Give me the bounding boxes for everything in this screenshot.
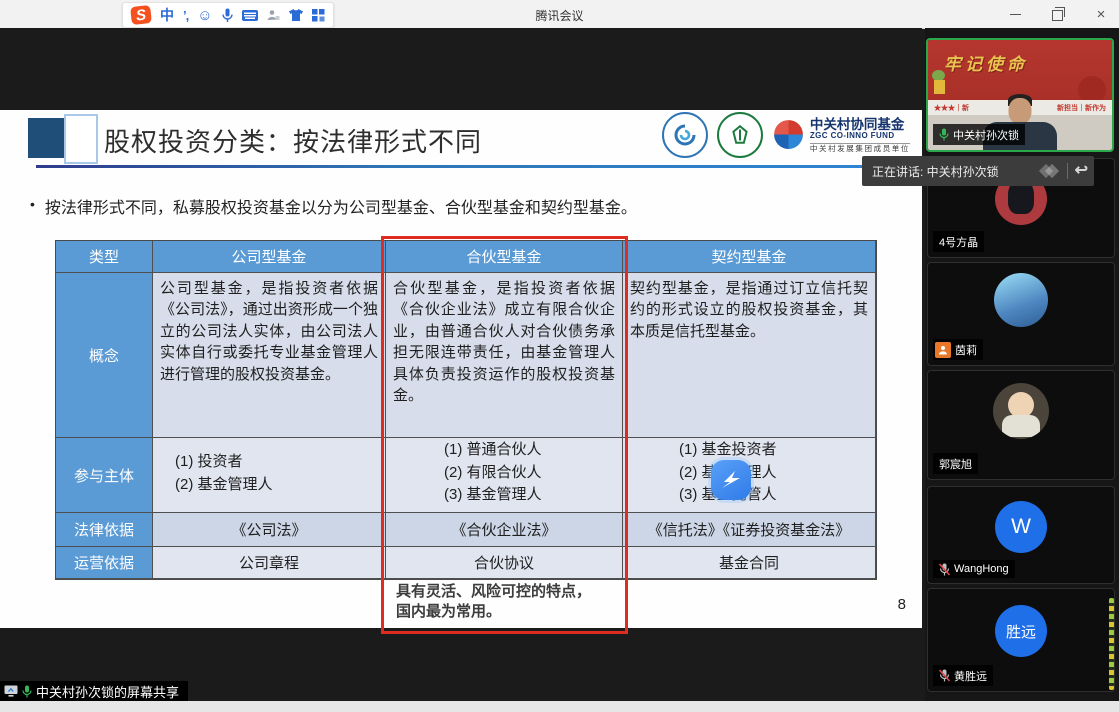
sogou-logo-icon[interactable]: S xyxy=(130,5,152,25)
table-cell: (1) 普通合伙人 (2) 有限合伙人 (3) 基金管理人 xyxy=(386,438,623,513)
screen-share-icon xyxy=(4,685,18,697)
fund-name-cn: 中关村协同基金 xyxy=(810,117,910,132)
mic-on-icon xyxy=(939,128,949,141)
slide-bullet: • 按法律形式不同，私募股权投资基金以分为公司型基金、合伙型基金和契约型基金。 xyxy=(30,194,637,218)
table-cell: 《信托法》《证券投资基金法》 xyxy=(623,513,876,547)
bullet-marker: • xyxy=(30,194,35,218)
speaking-toast-text: 正在讲话: 中关村孙次锁 xyxy=(872,163,1041,180)
screen-share-banner: 中关村孙次锁的屏幕共享 xyxy=(0,681,188,701)
participant-tile[interactable]: 茵莉 xyxy=(927,262,1115,366)
fund-comparison-table: 类型 公司型基金 合伙型基金 契约型基金 概念 公司型基金，是指投资者依据《公司… xyxy=(55,240,877,580)
fund-name-en: ZGC CO-INNO FUND xyxy=(810,132,910,141)
title-decoration-outline xyxy=(64,114,98,164)
table-row-label: 法律依据 xyxy=(56,513,153,547)
bullet-text: 按法律形式不同，私募股权投资基金以分为公司型基金、合伙型基金和契约型基金。 xyxy=(45,194,637,218)
app-title: 腾讯会议 xyxy=(535,7,583,24)
shared-screen-video: 股权投资分类：按法律形式不同 中关村协同基金 ZGC CO-INNO FUND … xyxy=(0,28,922,702)
table-cell: 《合伙企业法》 xyxy=(386,513,623,547)
banner-calligraphy: 牢记使命 xyxy=(944,50,1028,75)
participant-name-label: 茵莉 xyxy=(933,339,983,360)
table-cell: 契约型基金，是指通过订立信托契约的形式设立的股权投资基金，其本质是信托型基金。 xyxy=(623,273,876,438)
banner-substrip-left: ★★★｜新 xyxy=(934,103,969,113)
participant-name-label: WangHong xyxy=(933,560,1015,578)
grid-menu-icon[interactable] xyxy=(312,6,325,24)
avatar: W xyxy=(995,501,1047,553)
table-cell: (1) 投资者 (2) 基金管理人 xyxy=(153,438,386,513)
avatar xyxy=(993,383,1049,439)
fund-logo: 中关村协同基金 ZGC CO-INNO FUND 中关村发展集团成员单位 xyxy=(772,117,910,153)
speaking-toast: 正在讲话: 中关村孙次锁 ↩ xyxy=(862,156,1094,186)
participant-name: 茵莉 xyxy=(955,342,977,358)
toolbox-icon[interactable] xyxy=(267,6,280,24)
participant-tile[interactable]: W WangHong xyxy=(927,486,1115,584)
taskbar-strip xyxy=(0,701,1119,712)
table-header-cell: 公司型基金 xyxy=(153,241,386,273)
logo-group: 中关村协同基金 ZGC CO-INNO FUND 中关村发展集团成员单位 xyxy=(662,112,910,158)
voice-input-icon[interactable] xyxy=(222,6,233,24)
table-row-label: 概念 xyxy=(56,273,153,438)
toast-divider xyxy=(1067,163,1068,179)
fund-pinwheel-icon xyxy=(772,118,805,151)
close-button[interactable]: × xyxy=(1093,6,1109,22)
participant-tile[interactable]: 郭宸旭 xyxy=(927,370,1115,480)
mic-muted-icon xyxy=(939,669,950,682)
table-header-cell: 合伙型基金 xyxy=(386,241,623,273)
participant-name: 郭宸旭 xyxy=(939,456,972,472)
page-number: 8 xyxy=(898,596,906,613)
participant-name: 中关村孙次锁 xyxy=(953,127,1019,143)
participant-scrollbar[interactable] xyxy=(1109,598,1114,690)
table-cell: 公司章程 xyxy=(153,547,386,579)
screen-share-text: 中关村孙次锁的屏幕共享 xyxy=(36,682,179,701)
member-badge-icon xyxy=(935,342,951,358)
mic-on-icon xyxy=(22,685,32,698)
table-cell: 基金合同 xyxy=(623,547,876,579)
punctuation-icon[interactable]: ’, xyxy=(183,6,188,24)
back-arrow-button[interactable]: ↩ xyxy=(1075,163,1088,179)
mic-muted-icon xyxy=(939,563,950,576)
avatar xyxy=(994,273,1048,327)
participant-name: 4号方晶 xyxy=(939,234,978,250)
meeting-window: S 中 ’, ☺ 腾讯会议 × xyxy=(0,0,1119,712)
table-row-label: 参与主体 xyxy=(56,438,153,513)
table-row-label: 运营依据 xyxy=(56,547,153,579)
emoji-icon[interactable]: ☺ xyxy=(197,6,212,24)
floating-bird-overlay-icon[interactable] xyxy=(711,460,751,500)
participant-name: 黄胜远 xyxy=(954,668,987,684)
banner-substrip-right: 新担当｜新作为 xyxy=(1057,103,1106,113)
association-logo-green-icon xyxy=(717,112,763,158)
participant-name-label: 黄胜远 xyxy=(933,665,993,686)
slide-title: 股权投资分类：按法律形式不同 xyxy=(104,122,482,159)
minimize-button[interactable] xyxy=(1007,6,1023,22)
chinese-mode-icon[interactable]: 中 xyxy=(160,6,174,24)
participant-name: WangHong xyxy=(954,563,1009,575)
fund-subtitle: 中关村发展集团成员单位 xyxy=(810,143,910,153)
participants-sidebar: 牢记使命 ★★★｜新 新担当｜新作为 中关村孙次锁 4号方晶 xyxy=(925,28,1119,702)
table-cell: 合伙型基金，是指投资者依据《合伙企业法》成立有限合伙企业，由普通合伙人对合伙债务… xyxy=(386,273,623,438)
annotation-text: 具有灵活、风险可控的特点， 国内最为常用。 xyxy=(396,582,612,622)
participant-name-label: 4号方晶 xyxy=(933,231,984,252)
minimize-icon xyxy=(1010,14,1021,15)
table-cell: 《公司法》 xyxy=(153,513,386,547)
skin-icon[interactable] xyxy=(289,6,303,24)
title-underline xyxy=(36,165,920,168)
table-header-cell: 契约型基金 xyxy=(623,241,876,273)
participant-tile[interactable]: 胜远 黄胜远 xyxy=(927,588,1115,692)
restore-button[interactable] xyxy=(1050,6,1066,22)
presentation-slide: 股权投资分类：按法律形式不同 中关村协同基金 ZGC CO-INNO FUND … xyxy=(0,110,922,628)
avatar: 胜远 xyxy=(995,605,1047,657)
speaker-figure xyxy=(1009,98,1032,124)
participant-name-label: 中关村孙次锁 xyxy=(933,124,1025,145)
window-titlebar: S 中 ’, ☺ 腾讯会议 × xyxy=(0,0,1119,29)
table-header-cell: 类型 xyxy=(56,241,153,273)
table-cell: 合伙协议 xyxy=(386,547,623,579)
restore-icon xyxy=(1052,10,1063,21)
table-cell: 公司型基金，是指投资者依据《公司法》，通过出资形成一个独立的公司法人实体，由公司… xyxy=(153,273,386,438)
ime-toolbar: S 中 ’, ☺ xyxy=(122,2,334,28)
participant-tile[interactable]: 牢记使命 ★★★｜新 新担当｜新作为 中关村孙次锁 xyxy=(926,38,1114,152)
participant-name-label: 郭宸旭 xyxy=(933,453,978,474)
keyboard-icon[interactable] xyxy=(242,6,258,24)
avatar-figure xyxy=(1002,415,1040,437)
association-logo-blue-icon xyxy=(662,112,708,158)
plant-pot-decoration xyxy=(934,80,945,94)
